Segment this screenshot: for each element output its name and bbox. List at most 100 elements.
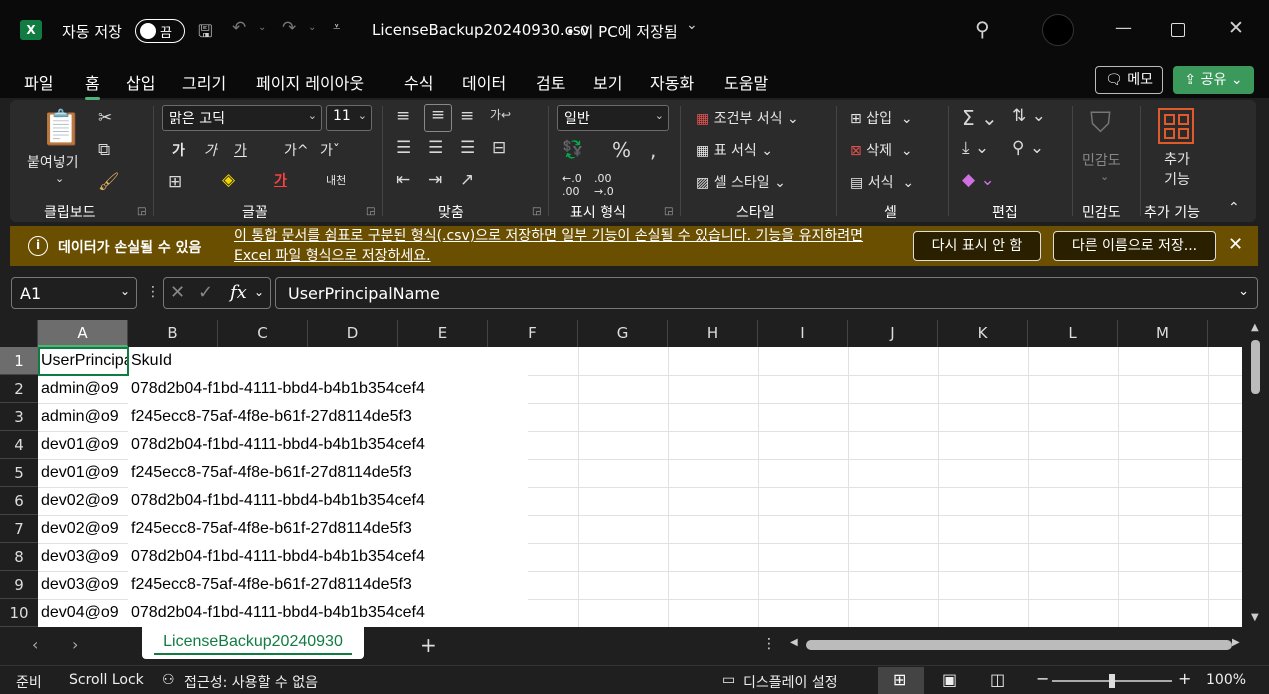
row-header-10[interactable]: 10 bbox=[0, 599, 38, 627]
accounting-format-icon[interactable]: 💱 bbox=[562, 140, 583, 160]
italic-icon[interactable]: 가 bbox=[204, 140, 217, 160]
autosave-toggle[interactable]: 끔 bbox=[135, 19, 185, 43]
scroll-right-icon[interactable]: ▶ bbox=[1232, 637, 1240, 648]
row-header-4[interactable]: 4 bbox=[0, 431, 38, 459]
saved-status[interactable]: • 이 PC에 저장됨 bbox=[566, 21, 678, 42]
cell-a9[interactable]: dev03@o9 bbox=[38, 571, 128, 599]
decrease-decimal-icon[interactable]: .00 →.0 bbox=[594, 172, 614, 198]
row-header-5[interactable]: 5 bbox=[0, 459, 38, 487]
column-header-b[interactable]: B bbox=[128, 320, 218, 347]
tab-draw[interactable]: 그리기 bbox=[182, 70, 226, 94]
tab-home[interactable]: 홈 bbox=[85, 70, 100, 100]
scroll-left-icon[interactable]: ◀ bbox=[790, 637, 798, 648]
cell-b1[interactable]: SkuId bbox=[128, 347, 528, 375]
format-cells-button[interactable]: ▤ 서식 ⌄ bbox=[850, 172, 914, 192]
cell-b3[interactable]: f245ecc8-75af-4f8e-b61f-27d8114de5f3 bbox=[128, 403, 528, 431]
align-middle-icon[interactable]: ≡ bbox=[424, 104, 452, 132]
find-select-icon[interactable]: ⚲ ⌄ bbox=[1012, 138, 1044, 158]
align-right-icon[interactable]: ☰ bbox=[460, 138, 475, 158]
normal-view-button[interactable]: ⊞ bbox=[878, 667, 924, 694]
phonetic-icon[interactable]: 내천 bbox=[326, 172, 346, 188]
bold-icon[interactable]: 가 bbox=[172, 140, 185, 160]
conditional-format-button[interactable]: ▦ 조건부 서식 ⌄ bbox=[696, 108, 799, 128]
zoom-slider-thumb[interactable] bbox=[1109, 674, 1115, 688]
close-icon[interactable]: ✕ bbox=[1228, 234, 1243, 255]
fill-icon[interactable]: ⤓ ⌄ bbox=[962, 138, 989, 158]
column-header-h[interactable]: H bbox=[668, 320, 758, 347]
chevron-down-icon[interactable]: ⌄ bbox=[254, 285, 264, 299]
enter-icon[interactable]: ✓ bbox=[198, 282, 213, 303]
cell-a2[interactable]: admin@o9 bbox=[38, 375, 128, 403]
column-header-k[interactable]: K bbox=[938, 320, 1028, 347]
maximize-icon[interactable] bbox=[1171, 23, 1185, 37]
align-left-icon[interactable]: ☰ bbox=[396, 138, 411, 158]
paste-dropdown-icon[interactable]: ⌄ bbox=[55, 172, 64, 185]
cancel-icon[interactable]: ✕ bbox=[170, 282, 185, 303]
row-header-6[interactable]: 6 bbox=[0, 487, 38, 515]
more-options-icon[interactable]: ⋮ bbox=[762, 636, 776, 652]
tab-formulas[interactable]: 수식 bbox=[404, 70, 433, 94]
column-header-d[interactable]: D bbox=[308, 320, 398, 347]
clipboard-launcher-icon[interactable]: ◲ bbox=[137, 206, 146, 217]
decrease-indent-icon[interactable]: ⇤ bbox=[396, 170, 410, 190]
prev-sheet-icon[interactable]: ‹ bbox=[32, 635, 38, 654]
cell-a6[interactable]: dev02@o9 bbox=[38, 487, 128, 515]
select-all-corner[interactable] bbox=[0, 320, 38, 347]
percent-icon[interactable]: % bbox=[612, 138, 631, 162]
row-header-8[interactable]: 8 bbox=[0, 543, 38, 571]
cut-icon[interactable]: ✂ bbox=[98, 108, 112, 128]
name-box[interactable]: A1 ⌄ bbox=[11, 277, 137, 309]
row-header-7[interactable]: 7 bbox=[0, 515, 38, 543]
status-accessibility[interactable]: 접근성: 사용할 수 없음 bbox=[184, 672, 318, 692]
fill-color-icon[interactable]: ◈ bbox=[222, 170, 235, 190]
cell-a4[interactable]: dev01@o9 bbox=[38, 431, 128, 459]
save-as-button[interactable]: 다른 이름으로 저장... bbox=[1053, 231, 1216, 261]
cell-b9[interactable]: f245ecc8-75af-4f8e-b61f-27d8114de5f3 bbox=[128, 571, 528, 599]
autosum-icon[interactable]: Σ ⌄ bbox=[962, 106, 998, 130]
copy-icon[interactable]: ⧉ bbox=[98, 140, 110, 160]
alignment-launcher-icon[interactable]: ◲ bbox=[532, 206, 541, 217]
cell-a10[interactable]: dev04@o9 bbox=[38, 599, 128, 627]
font-color-icon[interactable]: 가 bbox=[274, 170, 287, 190]
insert-function-icon[interactable]: fx bbox=[230, 282, 247, 303]
column-header-l[interactable]: L bbox=[1028, 320, 1118, 347]
dont-show-again-button[interactable]: 다시 표시 안 함 bbox=[913, 231, 1041, 261]
cell-styles-button[interactable]: ▨ 셀 스타일 ⌄ bbox=[696, 172, 786, 192]
accessibility-icon[interactable]: ⚇ bbox=[162, 672, 175, 688]
increase-indent-icon[interactable]: ⇥ bbox=[428, 170, 442, 190]
row-header-1[interactable]: 1 bbox=[0, 347, 38, 375]
page-break-view-icon[interactable]: ◫ bbox=[990, 670, 1005, 689]
decrease-font-icon[interactable]: 가ˇ bbox=[320, 140, 340, 160]
cell-b2[interactable]: 078d2b04-f1bd-4111-bbd4-b4b1b354cef4 bbox=[128, 375, 528, 403]
row-header-2[interactable]: 2 bbox=[0, 375, 38, 403]
scroll-up-icon[interactable]: ▲ bbox=[1251, 322, 1259, 333]
close-icon[interactable]: ✕ bbox=[1228, 17, 1244, 39]
row-header-3[interactable]: 3 bbox=[0, 403, 38, 431]
memo-button[interactable]: 🗨 메모 bbox=[1095, 66, 1163, 94]
increase-font-icon[interactable]: 가^ bbox=[284, 140, 309, 160]
tab-file[interactable]: 파일 bbox=[24, 70, 53, 94]
cell-b7[interactable]: f245ecc8-75af-4f8e-b61f-27d8114de5f3 bbox=[128, 515, 528, 543]
paste-icon[interactable]: 📋 bbox=[40, 108, 82, 148]
font-launcher-icon[interactable]: ◲ bbox=[366, 206, 375, 217]
cell-a8[interactable]: dev03@o9 bbox=[38, 543, 128, 571]
cell-b4[interactable]: 078d2b04-f1bd-4111-bbd4-b4b1b354cef4 bbox=[128, 431, 528, 459]
warning-message[interactable]: 이 통합 문서를 쉼표로 구분된 형식(.csv)으로 저장하면 일부 기능이 … bbox=[234, 226, 894, 266]
collapse-ribbon-icon[interactable]: ⌃ bbox=[1228, 200, 1240, 216]
page-layout-view-icon[interactable]: ▣ bbox=[942, 670, 957, 689]
minimize-icon[interactable]: — bbox=[1115, 18, 1132, 38]
clear-icon[interactable]: ◆ ⌄ bbox=[962, 170, 995, 190]
column-header-e[interactable]: E bbox=[398, 320, 488, 347]
column-header-j[interactable]: J bbox=[848, 320, 938, 347]
formula-input[interactable]: UserPrincipalName ⌄ bbox=[275, 277, 1258, 309]
underline-icon[interactable]: 가 bbox=[234, 140, 247, 160]
status-display-settings[interactable]: 디스플레이 설정 bbox=[743, 672, 838, 692]
horizontal-scroll-thumb[interactable] bbox=[806, 640, 1232, 650]
orientation-icon[interactable]: ↗ bbox=[460, 170, 474, 190]
share-button[interactable]: ⇪ 공유 ⌄ bbox=[1173, 66, 1254, 94]
number-format-select[interactable]: 일반 ⌄ bbox=[557, 105, 669, 131]
file-name[interactable]: LicenseBackup20240930.csv bbox=[372, 21, 590, 39]
tab-view[interactable]: 보기 bbox=[593, 70, 622, 94]
column-header-a[interactable]: A bbox=[38, 320, 128, 347]
font-size-select[interactable]: 11 ⌄ bbox=[326, 105, 372, 131]
